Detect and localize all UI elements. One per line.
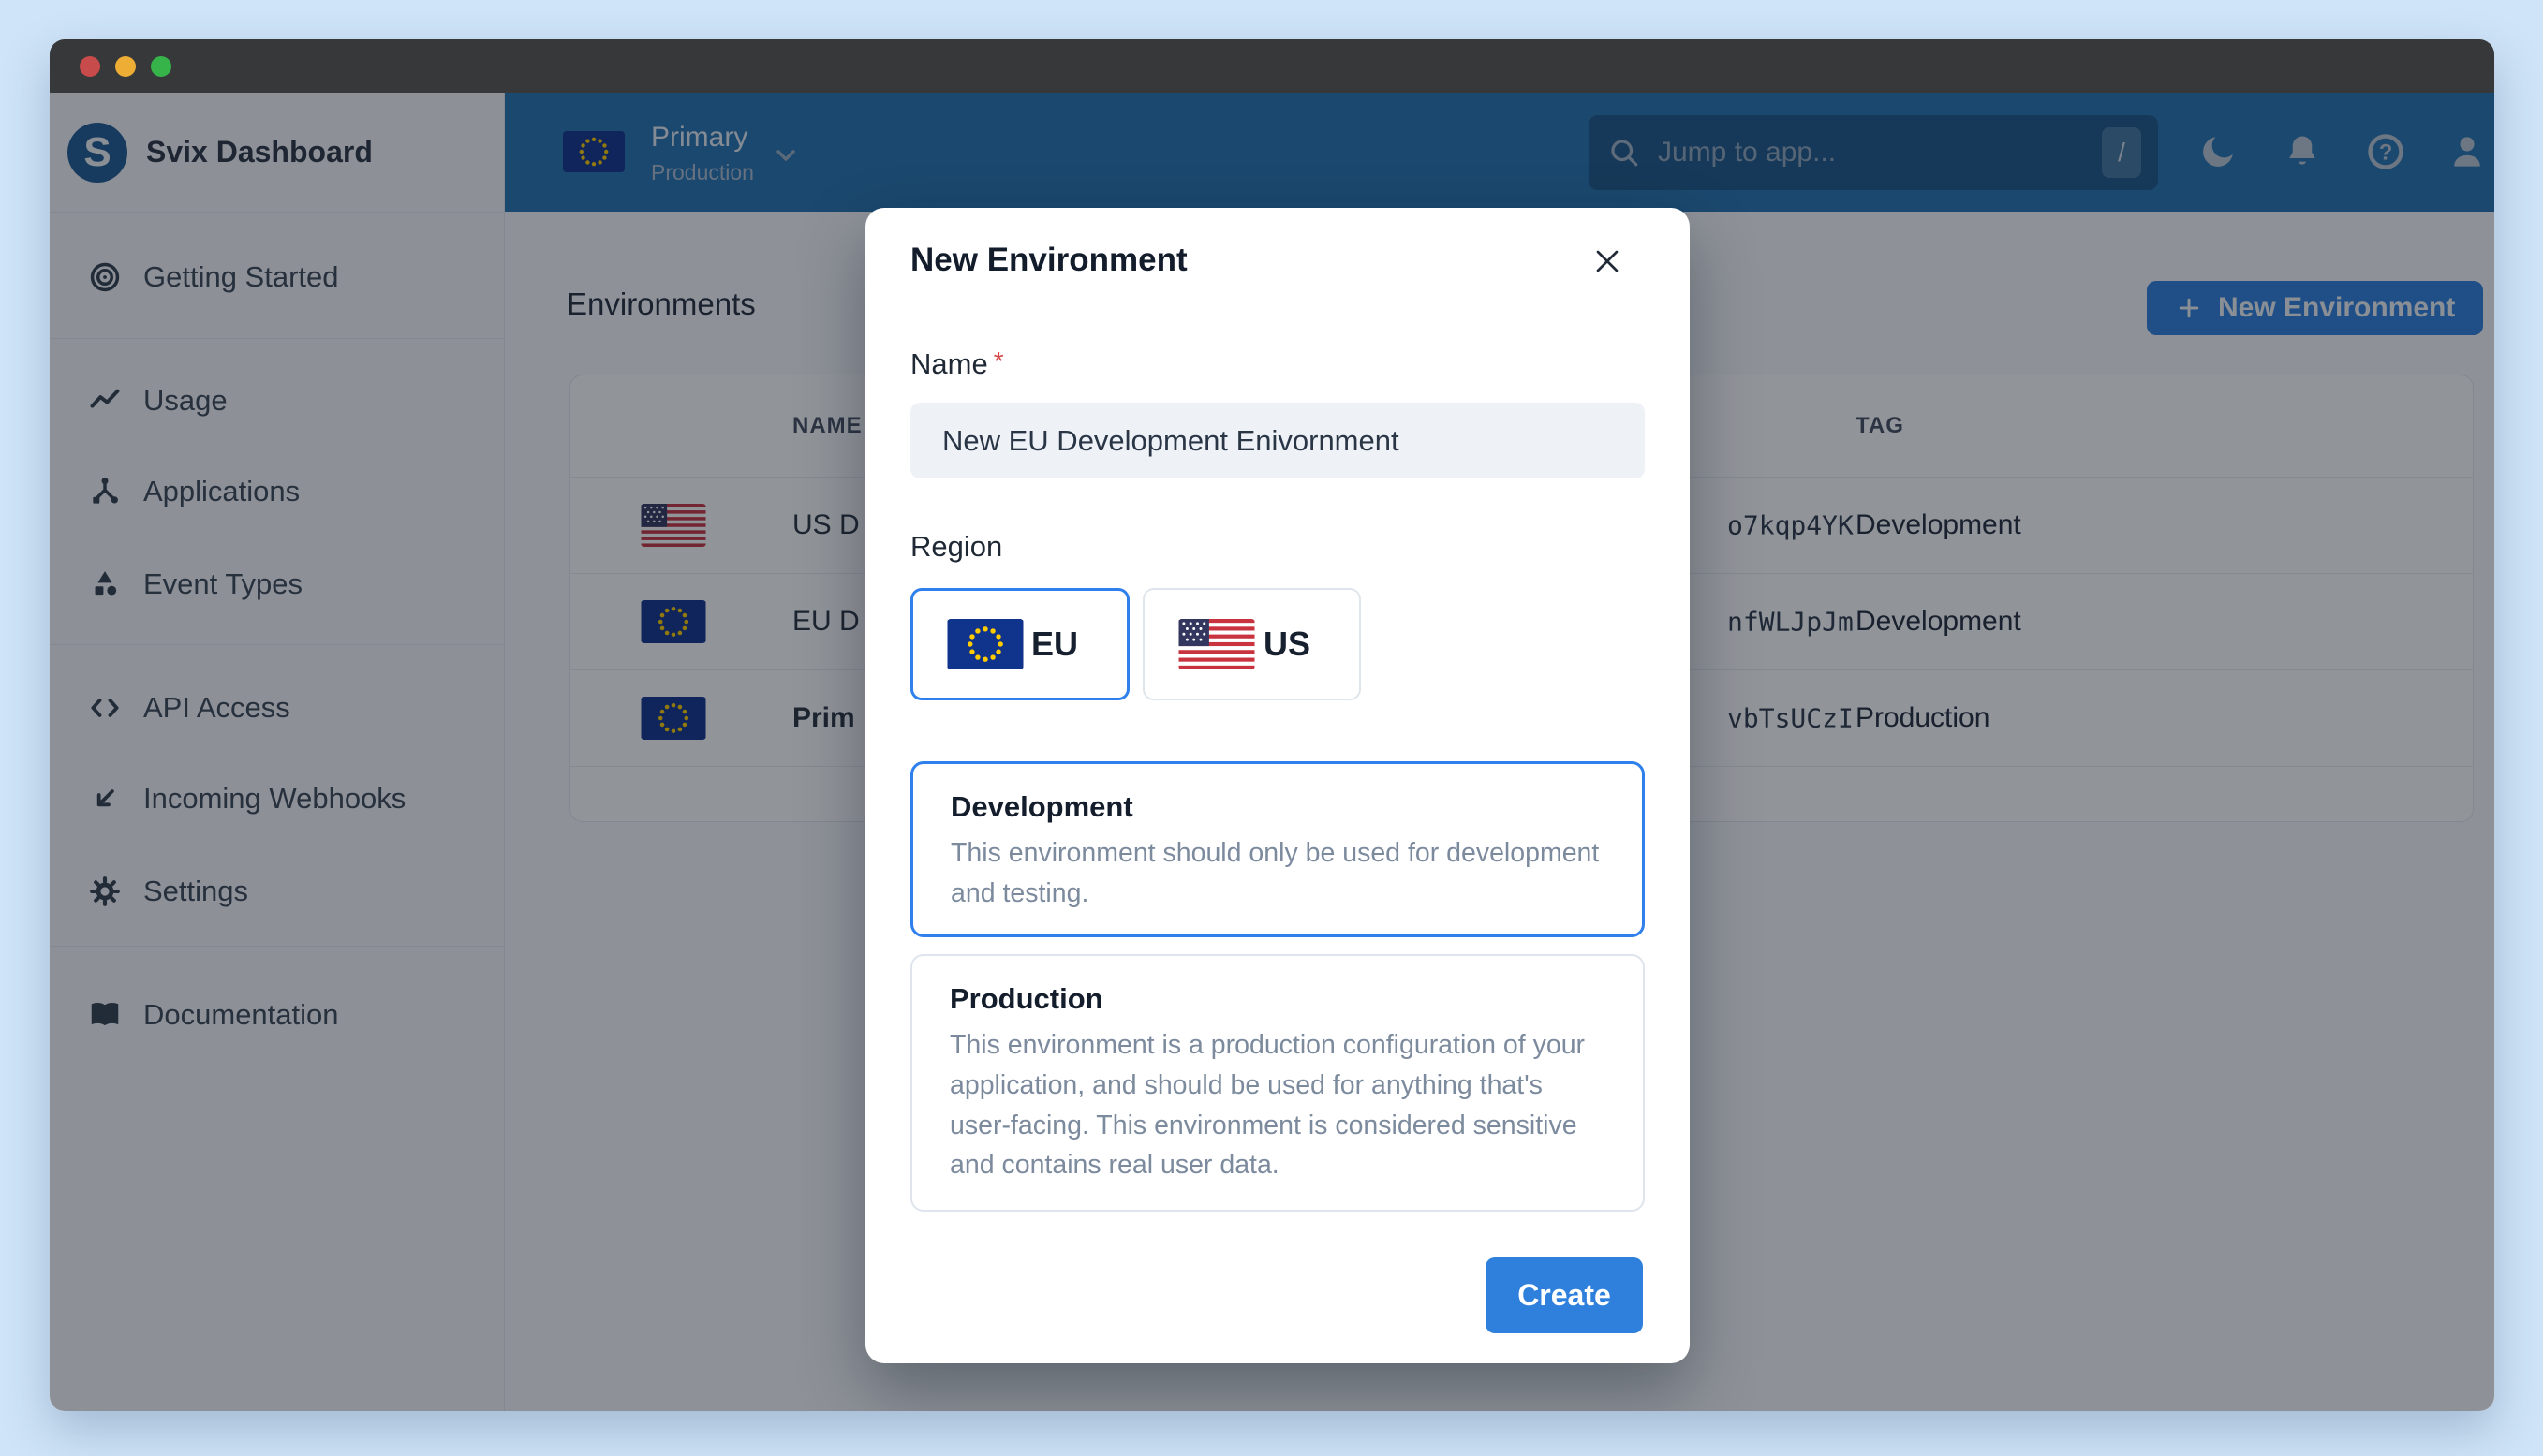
new-environment-modal: New Environment Name* Region EU [865, 208, 1690, 1363]
environment-name-input[interactable] [910, 403, 1645, 478]
close-window-button[interactable] [80, 55, 100, 77]
region-option-label: EU [1030, 625, 1078, 663]
close-icon [1596, 250, 1619, 272]
region-option-us[interactable]: US [1143, 588, 1361, 700]
required-asterisk: * [993, 346, 1004, 375]
app-viewport: S Svix Dashboard Getting Started Usage A… [50, 93, 2494, 1411]
region-field-label: Region [910, 530, 1003, 563]
type-card-description: This environment is a production configu… [950, 1030, 1586, 1181]
app-window: S Svix Dashboard Getting Started Usage A… [50, 39, 2494, 1411]
close-modal-button[interactable] [1587, 242, 1628, 283]
modal-title: New Environment [910, 242, 1188, 278]
minimize-window-button[interactable] [115, 55, 136, 77]
type-card-title: Development [951, 790, 1133, 823]
type-card-description: This environment should only be used for… [951, 838, 1600, 908]
environment-type-development[interactable]: Development This environment should only… [910, 761, 1645, 937]
region-option-eu[interactable]: EU [910, 588, 1130, 700]
region-option-label: US [1263, 625, 1310, 663]
environment-type-production[interactable]: Production This environment is a product… [910, 954, 1645, 1212]
eu-flag-icon [947, 619, 1024, 669]
name-label-text: Name [910, 347, 988, 380]
create-button[interactable]: Create [1486, 1257, 1643, 1333]
name-field-label: Name * [910, 346, 1004, 381]
type-card-title: Production [950, 982, 1103, 1015]
us-flag-icon [1178, 619, 1255, 669]
desktop-background: S Svix Dashboard Getting Started Usage A… [0, 0, 2543, 1456]
window-titlebar [50, 39, 2494, 93]
maximize-window-button[interactable] [151, 55, 171, 77]
